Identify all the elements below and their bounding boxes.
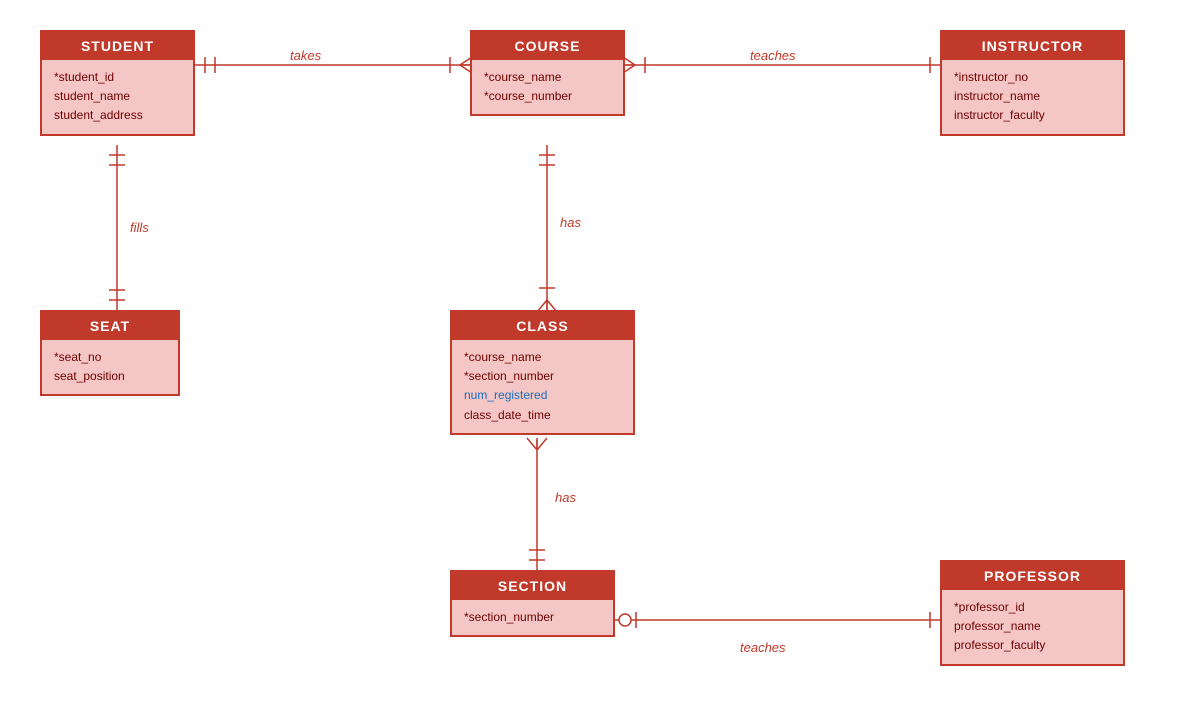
entity-course-body: *course_name *course_number xyxy=(472,60,623,114)
entity-class-header: CLASS xyxy=(452,312,633,340)
label-teaches-professor: teaches xyxy=(740,640,786,655)
entity-section: SECTION *section_number xyxy=(450,570,615,637)
entity-section-body: *section_number xyxy=(452,600,613,635)
field-class-section-number: *section_number xyxy=(464,367,621,386)
field-student-address: student_address xyxy=(54,106,181,125)
field-class-date-time: class_date_time xyxy=(464,406,621,425)
field-professor-faculty: professor_faculty xyxy=(954,636,1111,655)
label-has-course-class: has xyxy=(560,215,581,230)
field-course-number: *course_number xyxy=(484,87,611,106)
field-student-name: student_name xyxy=(54,87,181,106)
field-professor-id: *professor_id xyxy=(954,598,1111,617)
entity-student: STUDENT *student_id student_name student… xyxy=(40,30,195,136)
label-fills: fills xyxy=(130,220,149,235)
field-instructor-no: *instructor_no xyxy=(954,68,1111,87)
entity-instructor-body: *instructor_no instructor_name instructo… xyxy=(942,60,1123,134)
entity-seat: SEAT *seat_no seat_position xyxy=(40,310,180,396)
entity-section-header: SECTION xyxy=(452,572,613,600)
entity-professor-header: PROFESSOR xyxy=(942,562,1123,590)
field-section-number: *section_number xyxy=(464,608,601,627)
entity-professor: PROFESSOR *professor_id professor_name p… xyxy=(940,560,1125,666)
entity-student-body: *student_id student_name student_address xyxy=(42,60,193,134)
field-class-course-name: *course_name xyxy=(464,348,621,367)
entity-professor-body: *professor_id professor_name professor_f… xyxy=(942,590,1123,664)
diagram-container: takes teaches fills has has teaches STUD… xyxy=(0,0,1201,724)
label-teaches-instructor: teaches xyxy=(750,48,796,63)
field-seat-no: *seat_no xyxy=(54,348,166,367)
entity-class-body: *course_name *section_number num_registe… xyxy=(452,340,633,433)
entity-course: COURSE *course_name *course_number xyxy=(470,30,625,116)
field-instructor-name: instructor_name xyxy=(954,87,1111,106)
entity-seat-header: SEAT xyxy=(42,312,178,340)
field-class-num-registered: num_registered xyxy=(464,386,621,405)
entity-student-header: STUDENT xyxy=(42,32,193,60)
label-takes: takes xyxy=(290,48,321,63)
entity-class: CLASS *course_name *section_number num_r… xyxy=(450,310,635,435)
field-student-id: *student_id xyxy=(54,68,181,87)
field-seat-position: seat_position xyxy=(54,367,166,386)
entity-seat-body: *seat_no seat_position xyxy=(42,340,178,394)
entity-instructor-header: INSTRUCTOR xyxy=(942,32,1123,60)
entity-instructor: INSTRUCTOR *instructor_no instructor_nam… xyxy=(940,30,1125,136)
label-has-class-section: has xyxy=(555,490,576,505)
field-professor-name: professor_name xyxy=(954,617,1111,636)
field-instructor-faculty: instructor_faculty xyxy=(954,106,1111,125)
field-course-name: *course_name xyxy=(484,68,611,87)
entity-course-header: COURSE xyxy=(472,32,623,60)
